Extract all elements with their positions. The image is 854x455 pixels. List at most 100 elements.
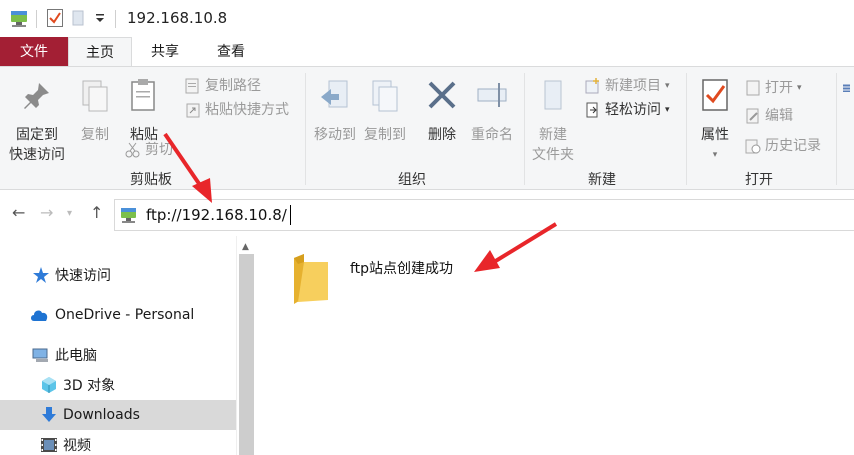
organize-group-label: 组织 <box>398 172 426 188</box>
pin-icon <box>24 83 49 109</box>
network-drive-icon <box>121 208 136 223</box>
history-icon <box>745 139 761 154</box>
select-all-button-partial[interactable] <box>842 77 854 99</box>
new-item-label: 新建项目 <box>605 78 661 94</box>
nav-scrollbar[interactable]: ▲ <box>236 236 256 455</box>
group-divider <box>836 73 837 185</box>
group-divider <box>305 73 306 185</box>
scroll-thumb[interactable] <box>239 254 254 455</box>
paste-shortcut-button[interactable]: 粘贴快捷方式 <box>184 99 289 121</box>
new-folder-icon[interactable] <box>71 8 85 28</box>
copy-button[interactable]: 复制 <box>76 77 114 145</box>
history-button[interactable]: 历史记录 <box>744 135 821 157</box>
nav-item-this-pc[interactable]: 此电脑 <box>0 340 236 370</box>
customize-dropdown-icon[interactable] <box>94 12 106 24</box>
edit-button[interactable]: 编辑 <box>744 105 793 127</box>
copy-path-button[interactable]: 复制路径 <box>184 75 261 97</box>
network-drive-icon <box>11 11 27 27</box>
properties-button[interactable]: 属性 ▾ <box>692 77 738 165</box>
copy-to-icon <box>372 80 398 112</box>
cut-button[interactable]: 剪切 <box>124 139 173 161</box>
properties-caret-icon: ▾ <box>712 150 718 160</box>
nav-item-3d-objects[interactable]: 3D 对象 <box>0 370 236 400</box>
download-arrow-icon <box>42 407 56 422</box>
new-item-icon <box>585 78 599 94</box>
nav-item-label: 视频 <box>63 438 91 454</box>
window-title: 192.168.10.8 <box>127 9 228 27</box>
nav-item-label: 3D 对象 <box>63 378 116 394</box>
properties-label: 属性 <box>701 127 729 143</box>
cut-label: 剪切 <box>145 142 173 158</box>
paste-shortcut-icon <box>186 103 200 118</box>
tab-file[interactable]: 文件 <box>0 37 68 67</box>
clipboard-group-label: 剪贴板 <box>130 172 172 188</box>
open-caret-icon: ▾ <box>797 83 802 93</box>
ribbon: 固定到 快速访问 复制 粘贴 复制路径 粘贴快捷方式 剪切 剪贴板 移动到 复制… <box>0 66 854 190</box>
copy-to-label: 复制到 <box>364 127 406 143</box>
copy-to-button[interactable]: 复制到 <box>360 77 410 145</box>
nav-item-videos[interactable]: 视频 <box>0 430 236 455</box>
computer-icon <box>32 348 48 362</box>
cube-icon <box>42 377 56 393</box>
text-cursor <box>289 205 291 225</box>
back-arrow-icon[interactable]: ← <box>12 203 25 222</box>
up-arrow-icon[interactable]: ↑ <box>90 203 103 222</box>
open-group-label: 打开 <box>745 172 773 188</box>
nav-item-downloads[interactable]: Downloads <box>0 400 236 430</box>
cloud-icon <box>31 310 48 321</box>
paste-button[interactable]: 粘贴 <box>124 77 164 145</box>
copy-icon <box>82 80 108 112</box>
rename-icon <box>477 83 507 107</box>
address-bar[interactable]: ftp://192.168.10.8/ <box>114 199 854 231</box>
folder-icon <box>294 254 328 304</box>
nav-item-onedrive[interactable]: OneDrive - Personal <box>0 300 236 330</box>
edit-pencil-icon <box>746 108 759 124</box>
nav-item-label: 快速访问 <box>55 268 111 284</box>
easy-access-caret-icon: ▾ <box>665 105 670 115</box>
navigation-pane: 快速访问 OneDrive - Personal 此电脑 3D 对象 Downl… <box>0 236 256 455</box>
divider <box>115 10 116 28</box>
tab-view[interactable]: 查看 <box>198 37 264 67</box>
list-item[interactable]: ftp站点创建成功 <box>292 254 453 306</box>
scissors-icon <box>125 142 140 158</box>
paste-shortcut-label: 粘贴快捷方式 <box>205 102 289 118</box>
nav-item-label: Downloads <box>63 407 140 423</box>
new-folder-label-1: 新建 <box>539 127 567 143</box>
recent-locations-chevron-icon[interactable]: ▾ <box>67 208 72 219</box>
star-icon <box>33 267 49 283</box>
properties-check-icon[interactable] <box>46 8 64 28</box>
address-input[interactable]: ftp://192.168.10.8/ <box>146 206 287 224</box>
delete-x-icon <box>428 81 456 109</box>
pin-label-2: 快速访问 <box>9 147 65 163</box>
tab-share[interactable]: 共享 <box>132 37 198 67</box>
new-folder-label-2: 文件夹 <box>532 147 574 163</box>
pin-to-quick-access-button[interactable]: 固定到 快速访问 <box>6 77 68 165</box>
new-folder-button[interactable]: 新建 文件夹 <box>528 77 578 165</box>
nav-item-label: 此电脑 <box>55 348 97 364</box>
edit-label: 编辑 <box>765 108 793 124</box>
new-item-caret-icon: ▾ <box>665 81 670 91</box>
divider <box>36 10 37 28</box>
easy-access-button[interactable]: 轻松访问 ▾ <box>584 99 670 121</box>
tab-home[interactable]: 主页 <box>68 37 132 67</box>
rename-button[interactable]: 重命名 <box>466 77 518 145</box>
open-button[interactable]: 打开 ▾ <box>744 77 802 99</box>
copy-path-icon <box>185 78 199 94</box>
copy-path-label: 复制路径 <box>205 78 261 94</box>
nav-item-quick-access[interactable]: 快速访问 <box>0 260 236 290</box>
delete-button[interactable]: 删除 <box>422 77 462 145</box>
move-to-label: 移动到 <box>314 127 356 143</box>
navigation-bar: ← → ▾ ↑ ftp://192.168.10.8/ <box>0 191 854 236</box>
rename-label: 重命名 <box>471 127 513 143</box>
forward-arrow-icon[interactable]: → <box>40 203 53 222</box>
delete-label: 删除 <box>428 127 456 143</box>
easy-access-icon <box>586 102 598 118</box>
new-group-label: 新建 <box>588 172 616 188</box>
file-list: ftp站点创建成功 <box>256 236 854 455</box>
scroll-up-icon[interactable]: ▲ <box>242 242 249 252</box>
new-folder-icon <box>544 80 562 110</box>
open-icon <box>746 80 760 96</box>
title-bar: 192.168.10.8 <box>0 0 854 37</box>
move-to-button[interactable]: 移动到 <box>310 77 360 145</box>
new-item-button[interactable]: 新建项目 ▾ <box>584 75 670 97</box>
